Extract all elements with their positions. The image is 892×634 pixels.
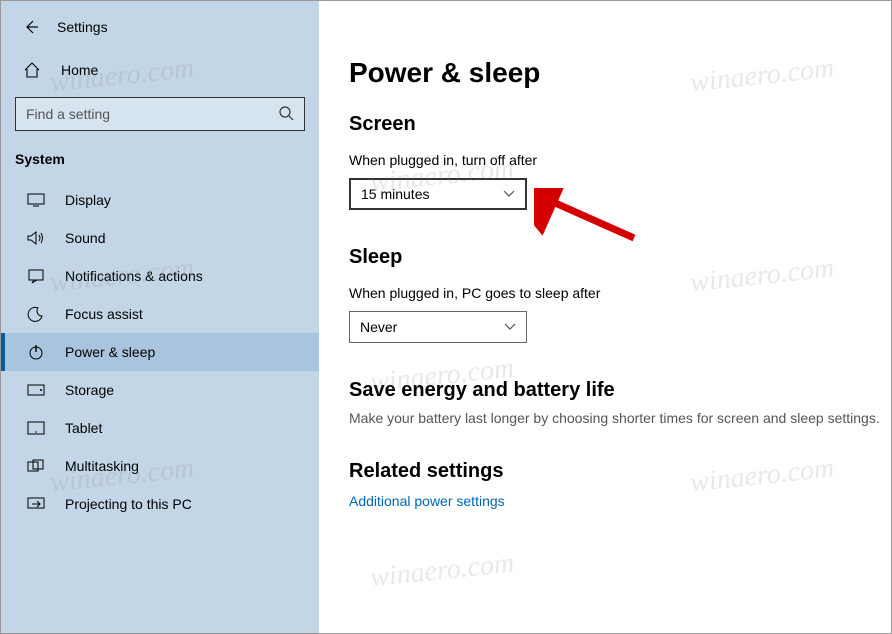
settings-title: Settings [57,19,108,35]
header-row: Settings [1,19,319,43]
back-icon[interactable] [23,19,39,35]
multitasking-icon [27,457,45,475]
search-input[interactable] [15,97,305,131]
sidebar-item-label: Display [65,192,111,208]
home-icon [23,61,41,79]
sidebar-item-label: Projecting to this PC [65,496,192,512]
sidebar-item-label: Tablet [65,420,102,436]
sleep-heading: Sleep [349,246,891,269]
screen-timeout-value: 15 minutes [361,186,429,202]
sidebar-item-label: Power & sleep [65,344,155,360]
nav-list: Display Sound Notifications & actions Fo… [1,181,319,523]
sidebar-item-notifications[interactable]: Notifications & actions [1,257,319,295]
sidebar-item-storage[interactable]: Storage [1,371,319,409]
display-icon [27,191,45,209]
sidebar-item-label: Storage [65,382,114,398]
settings-window: Settings Home System Display Sound [0,0,892,634]
sidebar-item-display[interactable]: Display [1,181,319,219]
storage-icon [27,381,45,399]
sidebar-item-label: Focus assist [65,306,143,322]
sidebar-item-projecting[interactable]: Projecting to this PC [1,485,319,523]
related-heading: Related settings [349,460,891,483]
tablet-icon [27,419,45,437]
sidebar-item-label: Multitasking [65,458,139,474]
screen-timeout-dropdown[interactable]: 15 minutes [349,178,527,210]
chevron-down-icon [503,190,515,198]
search-field[interactable] [26,106,278,122]
page-title: Power & sleep [349,57,891,89]
home-nav[interactable]: Home [1,43,319,93]
sleep-timeout-dropdown[interactable]: Never [349,311,527,343]
energy-text: Make your battery last longer by choosin… [349,410,891,426]
focus-icon [27,305,45,323]
category-label: System [1,145,319,181]
sidebar-item-label: Sound [65,230,105,246]
chevron-down-icon [504,323,516,331]
additional-power-settings-link[interactable]: Additional power settings [349,493,891,509]
sleep-timeout-label: When plugged in, PC goes to sleep after [349,285,891,301]
power-icon [27,343,45,361]
sleep-timeout-value: Never [360,319,397,335]
notifications-icon [27,267,45,285]
sidebar: Settings Home System Display Sound [1,1,319,633]
main-content: Power & sleep Screen When plugged in, tu… [319,1,891,633]
sidebar-item-multitasking[interactable]: Multitasking [1,447,319,485]
sidebar-item-sound[interactable]: Sound [1,219,319,257]
sidebar-item-focus-assist[interactable]: Focus assist [1,295,319,333]
sidebar-item-label: Notifications & actions [65,268,203,284]
energy-heading: Save energy and battery life [349,379,891,402]
search-icon [278,105,294,124]
projecting-icon [27,495,45,513]
home-label: Home [61,62,98,78]
sound-icon [27,229,45,247]
sidebar-item-power-sleep[interactable]: Power & sleep [1,333,319,371]
screen-heading: Screen [349,113,891,136]
screen-timeout-label: When plugged in, turn off after [349,152,891,168]
sidebar-item-tablet[interactable]: Tablet [1,409,319,447]
